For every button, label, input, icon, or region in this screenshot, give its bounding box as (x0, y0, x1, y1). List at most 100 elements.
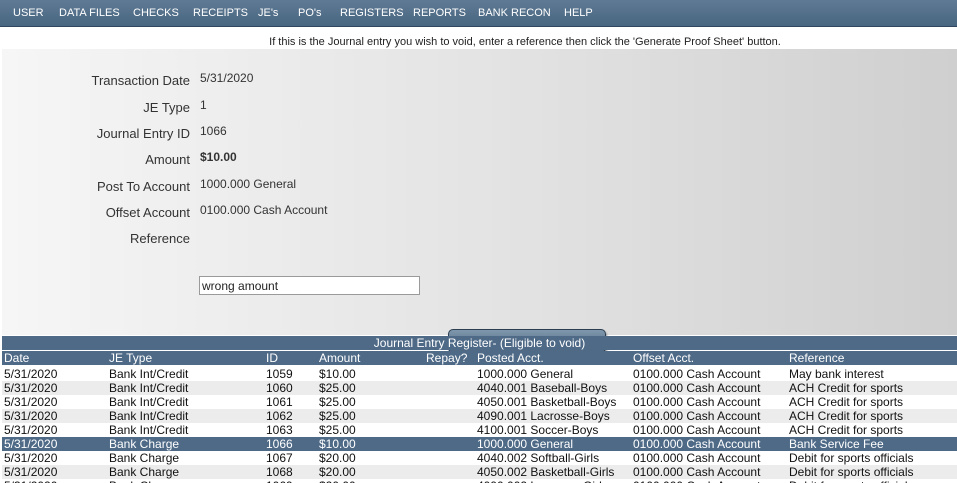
transaction-date-label: Transaction Date (91, 73, 190, 88)
cell-je-type: Bank Charge (109, 479, 179, 483)
cell-offset: 0100.000 Cash Account (633, 367, 761, 381)
cell-posted: 4050.001 Basketball-Boys (477, 395, 617, 409)
header-offset-acct[interactable]: Offset Acct. (633, 351, 694, 365)
post-to-account-value: 1000.000 General (200, 177, 297, 191)
menu-user[interactable]: USER (13, 0, 44, 26)
menu-reports[interactable]: REPORTS (413, 0, 466, 26)
cell-date: 5/31/2020 (4, 451, 58, 465)
header-posted-acct[interactable]: Posted Acct. (477, 351, 544, 365)
cell-id: 1062 (266, 409, 293, 423)
cell-reference: Bank Service Fee (789, 437, 884, 451)
je-type-label: JE Type (143, 100, 190, 115)
je-id-label: Journal Entry ID (96, 126, 190, 141)
cell-amount: $10.00 (319, 437, 356, 451)
reference-input[interactable] (199, 276, 420, 295)
cell-date: 5/31/2020 (4, 409, 58, 423)
header-amount[interactable]: Amount (319, 351, 360, 365)
cell-id: 1059 (266, 367, 293, 381)
cell-amount: $25.00 (319, 395, 356, 409)
cell-date: 5/31/2020 (4, 437, 58, 451)
amount-value: $10.00 (200, 150, 237, 164)
menu-bank-recon[interactable]: BANK RECON (478, 0, 551, 26)
cell-je-type: Bank Charge (109, 465, 180, 479)
cell-offset: 0100.000 Cash Account (633, 437, 761, 451)
post-to-account-label: Post To Account (97, 179, 190, 194)
cell-amount: $20.00 (319, 465, 356, 479)
cell-amount: $25.00 (319, 409, 356, 423)
cell-je-type: Bank Charge (109, 437, 180, 451)
cell-reference: Debit for sports officials (789, 451, 914, 465)
register-rows: 5/31/2020 Bank Int/Credit 1059 $10.00 1000.0… (2, 367, 957, 483)
menu-pos[interactable]: PO's (298, 0, 322, 26)
cell-id: 1067 (266, 451, 293, 465)
cell-id: 1060 (266, 381, 293, 395)
offset-account-label: Offset Account (105, 205, 190, 220)
menu-jes[interactable]: JE's (258, 0, 278, 26)
register-header-row: Date JE Type ID Amount Repay? Posted Acc… (2, 351, 957, 365)
cell-posted: 1000.000 General (477, 437, 574, 451)
cell-posted: 4090.002 Lacrosse-Girls (477, 479, 608, 483)
table-row-selected[interactable]: 5/31/2020 Bank Charge 1066 $10.00 1000.000 G… (2, 437, 957, 451)
header-date[interactable]: Date (4, 351, 29, 365)
offset-account-value: 0100.000 Cash Account (200, 203, 328, 217)
cell-id: 1069 (266, 479, 293, 483)
reference-label: Reference (130, 231, 190, 246)
cell-amount: $20.00 (319, 479, 356, 483)
header-reference[interactable]: Reference (789, 351, 844, 365)
table-row[interactable]: 5/31/2020 Bank Int/Credit 1063 $25.00 4100.0… (2, 423, 957, 437)
cell-offset: 0100.000 Cash Account (633, 465, 761, 479)
header-repay[interactable]: Repay? (426, 351, 467, 365)
cell-amount: $20.00 (319, 451, 356, 465)
je-type-value: 1 (200, 98, 207, 112)
cell-posted: 4050.002 Basketball-Girls (477, 465, 615, 479)
cell-posted: 4040.001 Baseball-Boys (477, 381, 608, 395)
cell-je-type: Bank Int/Credit (109, 423, 189, 437)
menu-registers[interactable]: REGISTERS (340, 0, 404, 26)
table-row[interactable]: 5/31/2020 Bank Int/Credit 1062 $25.00 4090.0… (2, 409, 957, 423)
transaction-date-value: 5/31/2020 (200, 71, 254, 85)
cell-je-type: Bank Int/Credit (109, 381, 189, 395)
cell-id: 1066 (266, 437, 293, 451)
cell-posted: 4040.002 Softball-Girls (477, 451, 600, 465)
top-menu-bar: USER DATA FILES CHECKS RECEIPTS JE's PO'… (0, 0, 957, 27)
menu-receipts[interactable]: RECEIPTS (193, 0, 248, 26)
menu-checks[interactable]: CHECKS (133, 0, 179, 26)
cell-offset: 0100.000 Cash Account (633, 381, 761, 395)
cell-date: 5/31/2020 (4, 479, 57, 483)
cell-amount: $25.00 (319, 423, 356, 437)
cell-reference: ACH Credit for sports (789, 423, 904, 437)
table-row[interactable]: 5/31/2020 Bank Charge 1067 $20.00 4040.002 S… (2, 451, 957, 465)
cell-offset: 0100.000 Cash Account (633, 409, 761, 423)
void-entry-panel: Transaction Date 5/31/2020 JE Type 1 Jou… (2, 49, 957, 353)
table-row[interactable]: 5/31/2020 Bank Int/Credit 1060 $25.00 4040.0… (2, 381, 957, 395)
cell-date: 5/31/2020 (4, 423, 58, 437)
cell-reference: ACH Credit for sports (789, 395, 904, 409)
cell-offset: 0100.000 Cash Account (633, 479, 760, 483)
cell-je-type: Bank Int/Credit (109, 367, 189, 381)
table-row[interactable]: 5/31/2020 Bank Charge 1069 $20.00 4090.002 L… (2, 479, 957, 483)
table-row[interactable]: 5/31/2020 Bank Int/Credit 1059 $10.00 1000.0… (2, 367, 957, 381)
register-title: Journal Entry Register- (Eligible to voi… (2, 336, 957, 350)
cell-offset: 0100.000 Cash Account (633, 451, 761, 465)
cell-je-type: Bank Int/Credit (109, 395, 189, 409)
cell-posted: 1000.000 General (477, 367, 574, 381)
menu-help[interactable]: HELP (564, 0, 593, 26)
table-row[interactable]: 5/31/2020 Bank Charge 1068 $20.00 4050.002 B… (2, 465, 957, 479)
cell-offset: 0100.000 Cash Account (633, 395, 761, 409)
cell-amount: $10.00 (319, 367, 356, 381)
cell-id: 1063 (266, 423, 293, 437)
header-id[interactable]: ID (266, 351, 278, 365)
cell-amount: $25.00 (319, 381, 356, 395)
table-row[interactable]: 5/31/2020 Bank Int/Credit 1061 $25.00 4050.0… (2, 395, 957, 409)
cell-reference: Debit for sports officials (789, 465, 914, 479)
cell-posted: 4090.001 Lacrosse-Boys (477, 409, 610, 423)
cell-date: 5/31/2020 (4, 367, 58, 381)
cell-reference: ACH Credit for sports (789, 409, 904, 423)
cell-id: 1068 (266, 465, 293, 479)
cell-je-type: Bank Int/Credit (109, 409, 189, 423)
cell-reference: Debit for sports officials (789, 479, 914, 483)
menu-data-files[interactable]: DATA FILES (59, 0, 120, 26)
cell-date: 5/31/2020 (4, 395, 58, 409)
header-je-type[interactable]: JE Type (109, 351, 152, 365)
cell-id: 1061 (266, 395, 293, 409)
